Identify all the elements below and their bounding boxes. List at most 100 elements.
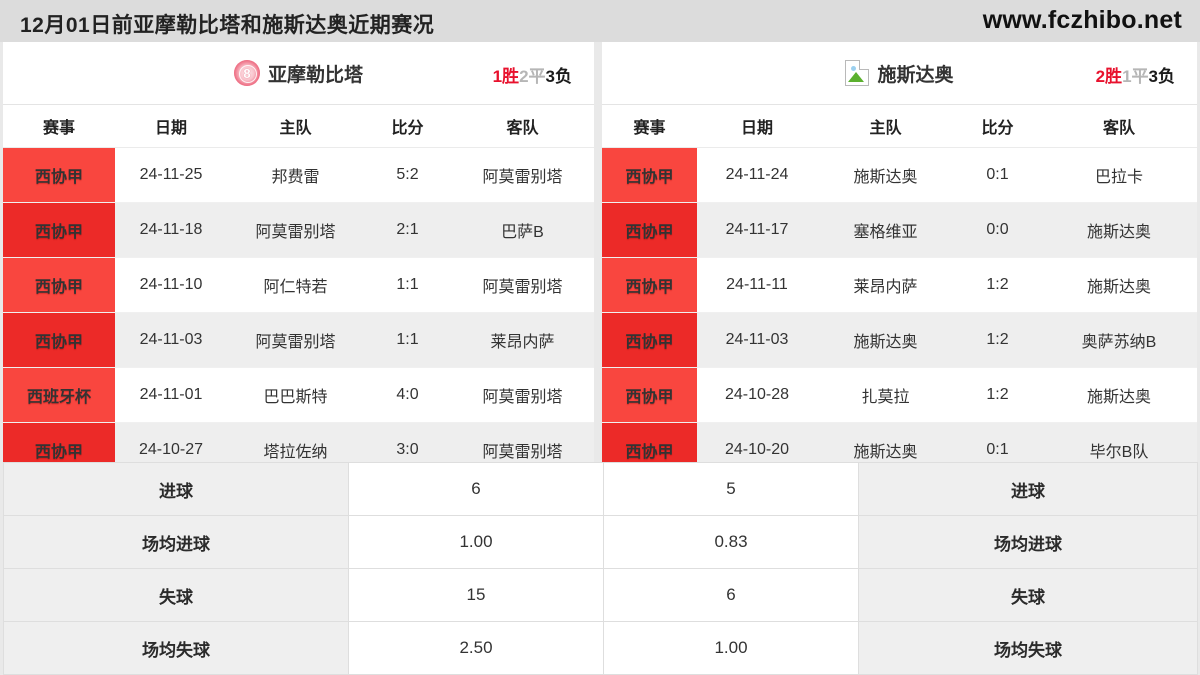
left-col-league: 赛事 [3,105,115,148]
stat-value-right: 5 [604,463,859,516]
stat-value-right: 1.00 [604,622,859,675]
row-league: 西班牙杯 [3,368,115,423]
left-record-losses: 3负 [546,67,572,86]
row-home: 扎莫拉 [817,368,954,423]
stat-value-left: 1.00 [349,516,604,569]
right-record-draws: 1平 [1122,67,1148,86]
left-record-draws: 2平 [519,67,545,86]
row-date: 24-11-03 [115,313,227,368]
table-row[interactable]: 西协甲 24-11-11 莱昂内萨 1:2 施斯达奥 [602,258,1197,313]
right-team-panel: 施斯达奥 2胜1平3负 赛事 日期 主队 比分 客队 西协甲 24-11-24 [602,42,1197,462]
row-date: 24-11-25 [115,148,227,203]
stat-label-right: 失球 [859,569,1198,622]
stat-label-right: 场均进球 [859,516,1198,569]
row-score: 1:1 [364,258,451,313]
right-table-header-row: 赛事 日期 主队 比分 客队 [602,105,1197,148]
stat-label-left: 失球 [4,569,349,622]
right-col-score: 比分 [954,105,1041,148]
table-row[interactable]: 西协甲 24-11-03 阿莫雷别塔 1:1 莱昂内萨 [3,313,594,368]
row-league: 西协甲 [602,313,697,368]
left-col-date: 日期 [115,105,227,148]
row-league: 西协甲 [3,203,115,258]
row-score: 1:2 [954,313,1041,368]
stats-row: 进球 6 5 进球 [4,463,1198,516]
row-date: 24-11-11 [697,258,817,313]
right-record-wins: 2胜 [1096,67,1122,86]
row-score: 1:2 [954,258,1041,313]
row-score: 0:1 [954,148,1041,203]
row-away: 阿莫雷别塔 [451,368,594,423]
row-score: 0:0 [954,203,1041,258]
row-away: 施斯达奥 [1041,203,1197,258]
right-col-away: 客队 [1041,105,1197,148]
left-col-score: 比分 [364,105,451,148]
stat-label-right: 场均失球 [859,622,1198,675]
left-record-wins: 1胜 [493,67,519,86]
row-date: 24-11-17 [697,203,817,258]
stat-value-left: 15 [349,569,604,622]
row-score: 5:2 [364,148,451,203]
stat-value-right: 6 [604,569,859,622]
row-away: 奥萨苏纳B [1041,313,1197,368]
stats-row: 场均进球 1.00 0.83 场均进球 [4,516,1198,569]
left-team-header: 亚摩勒比塔 1胜2平3负 [3,42,594,105]
row-away: 阿莫雷别塔 [451,258,594,313]
stats-comparison-table: 进球 6 5 进球 场均进球 1.00 0.83 场均进球 失球 15 6 失球… [3,462,1198,675]
stat-label-left: 进球 [4,463,349,516]
right-col-league: 赛事 [602,105,697,148]
table-row[interactable]: 西协甲 24-11-03 施斯达奥 1:2 奥萨苏纳B [602,313,1197,368]
row-league: 西协甲 [602,203,697,258]
row-away: 巴拉卡 [1041,148,1197,203]
row-score: 1:2 [954,368,1041,423]
table-row[interactable]: 西协甲 24-11-24 施斯达奥 0:1 巴拉卡 [602,148,1197,203]
row-home: 施斯达奥 [817,313,954,368]
left-table-header-row: 赛事 日期 主队 比分 客队 [3,105,594,148]
right-team-header: 施斯达奥 2胜1平3负 [602,42,1197,105]
row-date: 24-11-24 [697,148,817,203]
row-away: 施斯达奥 [1041,368,1197,423]
table-row[interactable]: 西协甲 24-10-28 扎莫拉 1:2 施斯达奥 [602,368,1197,423]
table-row[interactable]: 西协甲 24-11-25 邦费雷 5:2 阿莫雷别塔 [3,148,594,203]
row-away: 莱昂内萨 [451,313,594,368]
table-row[interactable]: 西协甲 24-11-10 阿仁特若 1:1 阿莫雷别塔 [3,258,594,313]
row-home: 邦费雷 [227,148,364,203]
right-record-losses: 3负 [1149,67,1175,86]
stat-value-left: 6 [349,463,604,516]
row-league: 西协甲 [3,258,115,313]
row-score: 2:1 [364,203,451,258]
row-score: 1:1 [364,313,451,368]
left-col-home: 主队 [227,105,364,148]
title-bar: 12月01日前亚摩勒比塔和施斯达奥近期赛况 www.fczhibo.net [0,0,1200,42]
broken-image-icon [845,60,869,86]
row-home: 巴巴斯特 [227,368,364,423]
row-league: 西协甲 [602,258,697,313]
row-home: 阿莫雷别塔 [227,313,364,368]
stats-row: 场均失球 2.50 1.00 场均失球 [4,622,1198,675]
row-home: 莱昂内萨 [817,258,954,313]
table-row[interactable]: 西协甲 24-11-17 塞格维亚 0:0 施斯达奥 [602,203,1197,258]
right-col-home: 主队 [817,105,954,148]
left-match-table: 赛事 日期 主队 比分 客队 西协甲 24-11-25 邦费雷 5:2 阿莫雷别… [3,105,594,478]
team-crest-icon [234,60,260,86]
row-home: 施斯达奥 [817,148,954,203]
right-team-name: 施斯达奥 [877,60,953,87]
right-col-date: 日期 [697,105,817,148]
row-league: 西协甲 [602,148,697,203]
row-score: 4:0 [364,368,451,423]
row-home: 阿莫雷别塔 [227,203,364,258]
table-row[interactable]: 西班牙杯 24-11-01 巴巴斯特 4:0 阿莫雷别塔 [3,368,594,423]
row-away: 施斯达奥 [1041,258,1197,313]
row-away: 巴萨B [451,203,594,258]
row-date: 24-11-01 [115,368,227,423]
stat-label-left: 场均失球 [4,622,349,675]
row-date: 24-11-03 [697,313,817,368]
row-home: 阿仁特若 [227,258,364,313]
row-league: 西协甲 [602,368,697,423]
left-team-name: 亚摩勒比塔 [268,60,363,87]
page-title: 12月01日前亚摩勒比塔和施斯达奥近期赛况 [20,9,434,39]
left-col-away: 客队 [451,105,594,148]
row-date: 24-11-10 [115,258,227,313]
page-root: 12月01日前亚摩勒比塔和施斯达奥近期赛况 www.fczhibo.net 亚摩… [0,0,1200,675]
table-row[interactable]: 西协甲 24-11-18 阿莫雷别塔 2:1 巴萨B [3,203,594,258]
stat-value-right: 0.83 [604,516,859,569]
